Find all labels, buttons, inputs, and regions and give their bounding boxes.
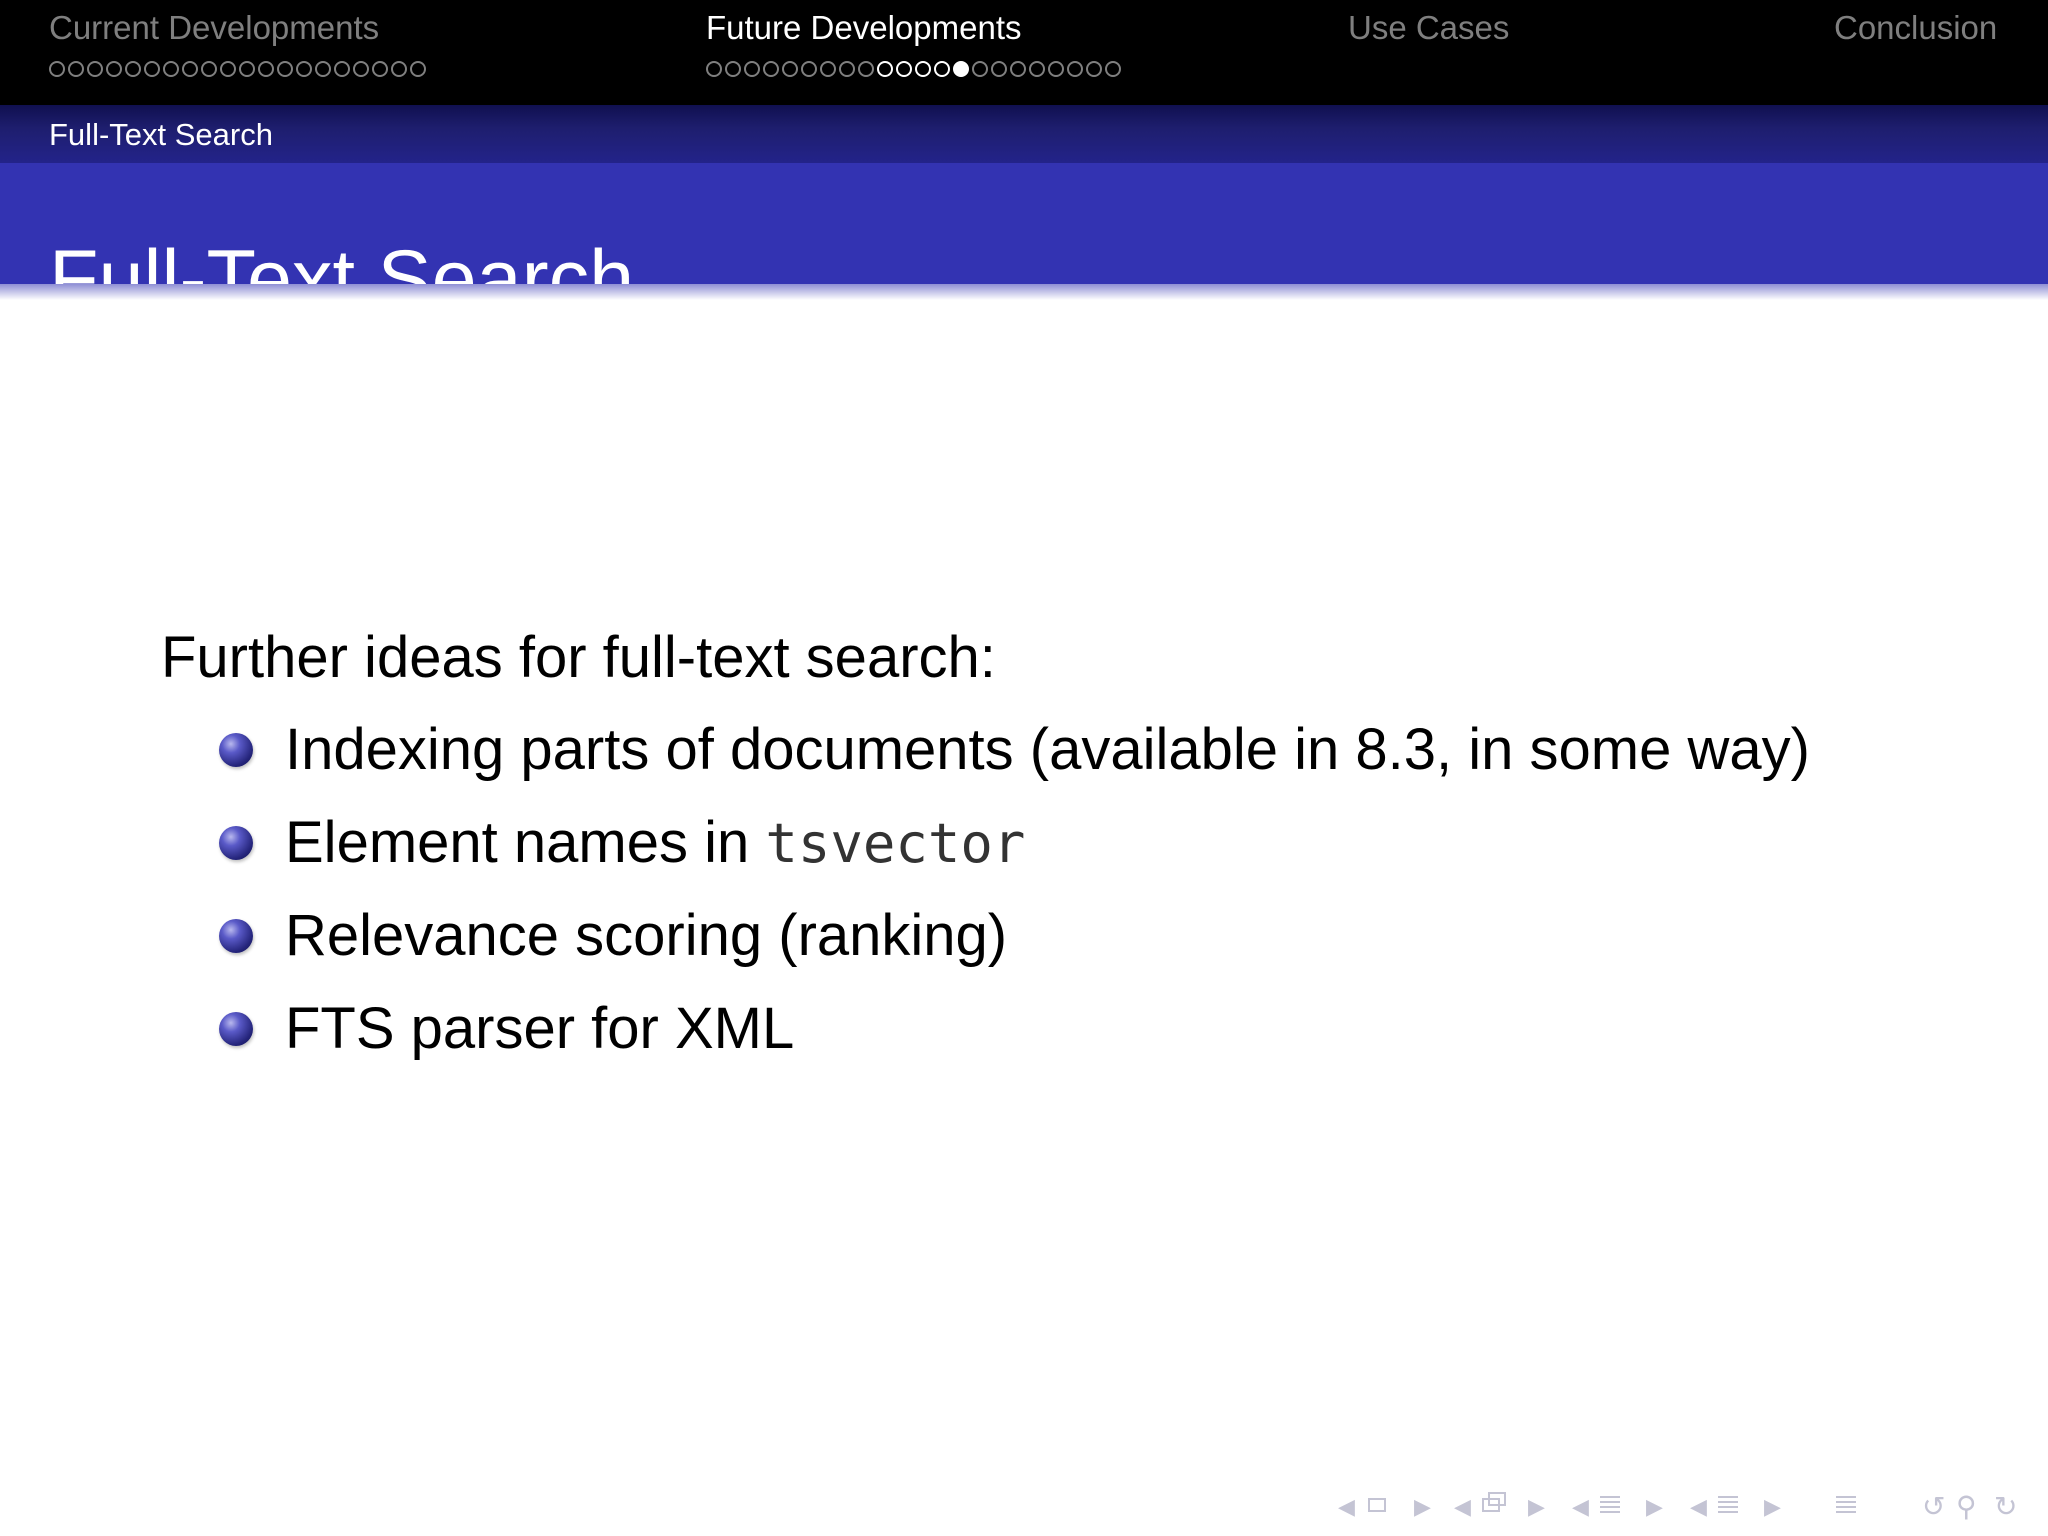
bullet-icon bbox=[219, 733, 253, 767]
nav-section-label[interactable]: Use Cases bbox=[1348, 8, 1509, 48]
frame-dot[interactable] bbox=[915, 61, 931, 77]
next-frame-icon[interactable]: ▶ bbox=[1528, 1490, 1545, 1524]
frame-dot[interactable] bbox=[334, 61, 350, 77]
list-item: Indexing parts of documents (available i… bbox=[161, 710, 1981, 803]
document-icon[interactable] bbox=[1836, 1496, 1856, 1516]
frame-dot[interactable] bbox=[877, 61, 893, 77]
frame-dot[interactable] bbox=[991, 61, 1007, 77]
frame-dot[interactable] bbox=[87, 61, 103, 77]
bullet-list: Indexing parts of documents (available i… bbox=[161, 710, 1981, 1082]
frame-dot[interactable] bbox=[125, 61, 141, 77]
frame-dot[interactable] bbox=[220, 61, 236, 77]
nav-section-current-developments[interactable]: Current Developments bbox=[49, 8, 426, 79]
frame-dot[interactable] bbox=[839, 61, 855, 77]
frame-dot[interactable] bbox=[972, 61, 988, 77]
frame-dot[interactable] bbox=[763, 61, 779, 77]
prev-slide-icon[interactable]: ◀ bbox=[1338, 1490, 1355, 1524]
frame-dot[interactable] bbox=[1105, 61, 1121, 77]
next-slide-icon[interactable]: ▶ bbox=[1414, 1490, 1431, 1524]
list-item: Element names in tsvector bbox=[161, 803, 1981, 896]
frame-dots bbox=[706, 61, 1121, 79]
frame-dot[interactable] bbox=[353, 61, 369, 77]
frame-dot[interactable] bbox=[182, 61, 198, 77]
frame-dot[interactable] bbox=[258, 61, 274, 77]
next-subsection-icon[interactable]: ▶ bbox=[1646, 1490, 1663, 1524]
frame-dot[interactable] bbox=[106, 61, 122, 77]
item-text: Relevance scoring (ranking) bbox=[285, 903, 1008, 968]
frame-dot[interactable] bbox=[315, 61, 331, 77]
frame-dots bbox=[49, 61, 426, 79]
slide-content: Further ideas for full-text search: Inde… bbox=[161, 618, 1981, 1082]
frame-dot[interactable] bbox=[391, 61, 407, 77]
frame-title-bar: Full-Text Search bbox=[0, 163, 2048, 324]
nav-section-label[interactable]: Future Developments bbox=[706, 8, 1121, 48]
nav-section-label[interactable]: Conclusion bbox=[1834, 8, 1997, 48]
subsection-bar: Full-Text Search bbox=[0, 105, 2048, 163]
search-icon[interactable]: ⚲ bbox=[1956, 1490, 1977, 1524]
frame-dot[interactable] bbox=[782, 61, 798, 77]
frame-dot[interactable] bbox=[934, 61, 950, 77]
item-text: Indexing parts of documents (available i… bbox=[285, 717, 1810, 782]
navigation-symbols: ◀ ▶ ◀ ▶ ◀ ▶ ◀ ▶ ↺ ⚲ ↻ bbox=[1330, 1490, 2036, 1524]
frame-dot[interactable] bbox=[277, 61, 293, 77]
frame-dot[interactable] bbox=[239, 61, 255, 77]
frame-dot[interactable] bbox=[49, 61, 65, 77]
nav-section-future-developments[interactable]: Future Developments bbox=[706, 8, 1121, 79]
frame-stack-icon bbox=[1488, 1492, 1506, 1506]
frame-dot[interactable] bbox=[372, 61, 388, 77]
section-icon[interactable] bbox=[1718, 1496, 1738, 1516]
frame-dot[interactable] bbox=[163, 61, 179, 77]
frame-dot[interactable] bbox=[953, 61, 969, 77]
slide-icon[interactable] bbox=[1368, 1498, 1386, 1512]
section-navigation-bar: Current Developments Future Developments… bbox=[0, 0, 2048, 105]
prev-section-icon[interactable]: ◀ bbox=[1690, 1490, 1707, 1524]
back-icon[interactable]: ↺ bbox=[1922, 1490, 1945, 1524]
subsection-icon[interactable] bbox=[1600, 1496, 1620, 1516]
frame-dot[interactable] bbox=[1048, 61, 1064, 77]
frame-dot[interactable] bbox=[1010, 61, 1026, 77]
frame-dot[interactable] bbox=[144, 61, 160, 77]
nav-section-label[interactable]: Current Developments bbox=[49, 8, 426, 48]
item-text: Element names in bbox=[285, 810, 766, 875]
frame-title: Full-Text Search bbox=[49, 234, 635, 325]
prev-subsection-icon[interactable]: ◀ bbox=[1572, 1490, 1589, 1524]
frame-dot[interactable] bbox=[1029, 61, 1045, 77]
frame-dot[interactable] bbox=[725, 61, 741, 77]
bullet-icon bbox=[219, 919, 253, 953]
prev-frame-icon[interactable]: ◀ bbox=[1454, 1490, 1471, 1524]
intro-text: Further ideas for full-text search: bbox=[161, 625, 996, 690]
nav-section-conclusion[interactable]: Conclusion bbox=[1834, 8, 1997, 48]
frame-dot[interactable] bbox=[801, 61, 817, 77]
frame-dot[interactable] bbox=[1086, 61, 1102, 77]
bullet-icon bbox=[219, 826, 253, 860]
frame-dot[interactable] bbox=[744, 61, 760, 77]
nav-section-use-cases[interactable]: Use Cases bbox=[1348, 8, 1509, 48]
item-code: tsvector bbox=[765, 812, 1026, 875]
item-text: FTS parser for XML bbox=[285, 996, 795, 1061]
title-shadow bbox=[0, 284, 2048, 300]
frame-dot[interactable] bbox=[706, 61, 722, 77]
frame-dot[interactable] bbox=[296, 61, 312, 77]
subsection-label[interactable]: Full-Text Search bbox=[49, 115, 273, 155]
forward-icon[interactable]: ↻ bbox=[1994, 1490, 2017, 1524]
list-item: Relevance scoring (ranking) bbox=[161, 896, 1981, 989]
list-item: FTS parser for XML bbox=[161, 989, 1981, 1082]
frame-dot[interactable] bbox=[820, 61, 836, 77]
frame-dot[interactable] bbox=[68, 61, 84, 77]
next-section-icon[interactable]: ▶ bbox=[1764, 1490, 1781, 1524]
bullet-icon bbox=[219, 1012, 253, 1046]
frame-dot[interactable] bbox=[201, 61, 217, 77]
frame-dot[interactable] bbox=[1067, 61, 1083, 77]
frame-dot[interactable] bbox=[410, 61, 426, 77]
frame-dot[interactable] bbox=[858, 61, 874, 77]
frame-dot[interactable] bbox=[896, 61, 912, 77]
